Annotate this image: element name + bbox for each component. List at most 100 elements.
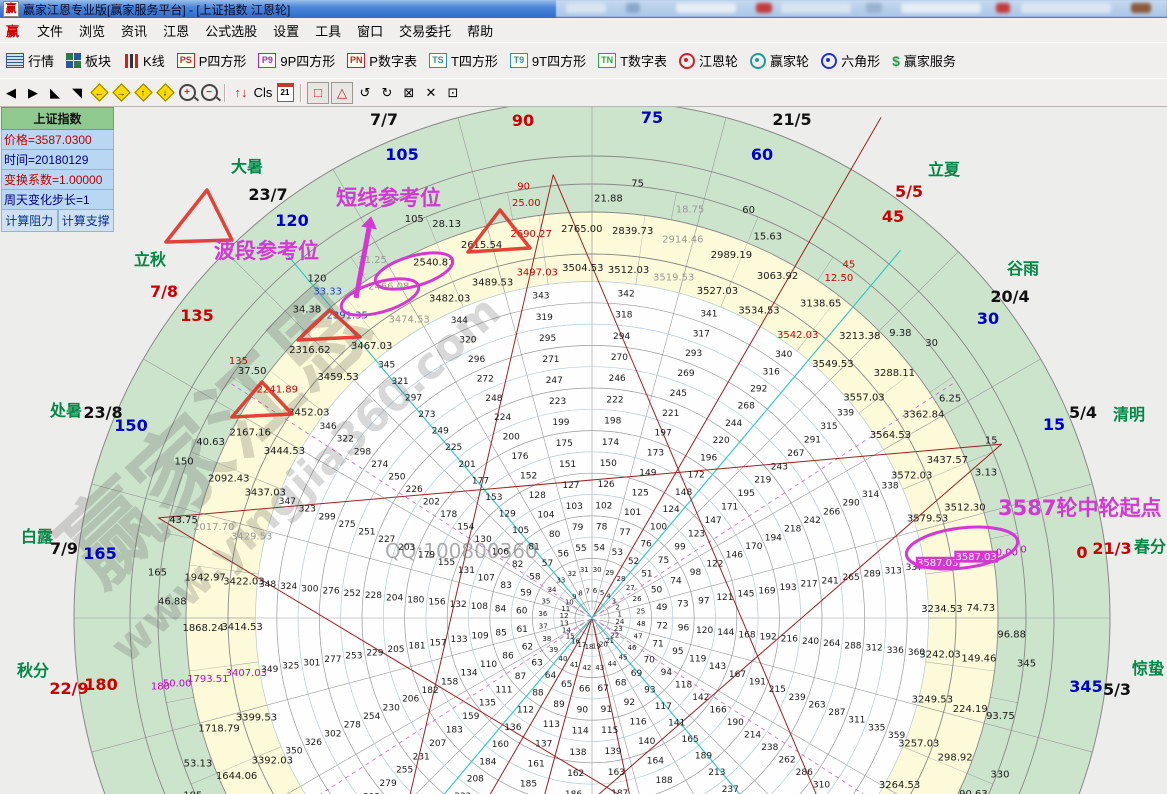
wheel-value: 340 — [775, 350, 792, 360]
wheel-value: 9.38 — [889, 328, 911, 339]
t-square-button-label: T四方形 — [451, 51, 498, 70]
rotate-cw-button[interactable]: ↻ — [377, 83, 397, 103]
rotate-ccw-button[interactable]: ↺ — [355, 83, 375, 103]
wheel-value: 315 — [820, 422, 837, 432]
wheel-value: 230 — [383, 703, 400, 713]
menu-浏览[interactable]: 浏览 — [71, 22, 113, 41]
wheel-value: 341 — [700, 309, 717, 319]
wheel-value: 194 — [765, 533, 782, 543]
wheel-value: 81 — [528, 543, 539, 553]
wheel-value: 184 — [479, 757, 496, 767]
wheel-value: 60 — [742, 205, 755, 216]
pan-right-button[interactable]: → — [111, 83, 131, 103]
background-window-fragment — [781, 3, 851, 13]
wheel-value: 249 — [432, 427, 449, 437]
wheel-value: 279 — [380, 779, 397, 789]
nav-back-button[interactable]: ◀ — [1, 83, 21, 103]
wheel-value: 225 — [445, 443, 462, 453]
tilt-right-button[interactable]: ◥ — [67, 83, 87, 103]
hexagon-button[interactable]: 六角形 — [815, 48, 886, 73]
rim-label: 165 — [83, 544, 116, 563]
rim-label: 处暑 — [49, 401, 82, 420]
p-square-button[interactable]: PSP四方形 — [171, 48, 253, 73]
wheel-value: 2 — [615, 604, 619, 612]
winner-wheel-button[interactable]: 赢家轮 — [744, 48, 815, 73]
wheel-value: 208 — [467, 775, 484, 785]
button-计算支撑[interactable]: 计算支撑 — [58, 210, 115, 232]
wheel-value: 18.75 — [676, 205, 705, 216]
draw-triangle-button[interactable]: △ — [331, 82, 353, 104]
wheel-value: 292 — [750, 385, 767, 395]
rim-label: 立夏 — [928, 160, 961, 179]
button-计算阻力[interactable]: 计算阻力 — [1, 210, 58, 232]
wheel-value: 99 — [674, 543, 686, 553]
9t-square-button[interactable]: T99T四方形 — [504, 48, 592, 73]
nav-forward-button[interactable]: ▶ — [23, 83, 43, 103]
screen-button[interactable]: ⊡ — [443, 83, 463, 103]
9t-square-button-icon: T9 — [510, 53, 528, 68]
pan-up-button[interactable]: ↑ — [133, 83, 153, 103]
pan-down-button[interactable]: ↓ — [155, 83, 175, 103]
sectors-button[interactable]: 板块 — [60, 48, 117, 73]
zoom-in-button[interactable]: + — [177, 83, 197, 103]
zoom-out-button[interactable]: − — [199, 83, 219, 103]
wheel-value: 97 — [698, 596, 709, 606]
winner-service-button[interactable]: $赢家服务 — [886, 48, 962, 73]
gann-wheel-chart-area: 赢家江恩www.yingjia360.comQQ:100800360123456… — [0, 106, 1167, 794]
menu-窗口[interactable]: 窗口 — [349, 22, 391, 41]
wheel-value: 125 — [632, 488, 649, 498]
wheel-value: 266 — [823, 507, 840, 517]
menu-资讯[interactable]: 资讯 — [113, 22, 155, 41]
info-panel: 上证指数 价格=3587.0300时间=20180129变换系数=1.00000… — [1, 107, 114, 232]
wheel-value: 79 — [572, 523, 584, 533]
wheel-value: 65 — [561, 680, 572, 690]
wheel-value: 197 — [655, 429, 672, 439]
wheel-value: 239 — [789, 693, 806, 703]
delete-box-button[interactable]: ⊠ — [399, 83, 419, 103]
menu-工具[interactable]: 工具 — [307, 22, 349, 41]
menu-公式选股[interactable]: 公式选股 — [197, 22, 265, 41]
menu-帮助[interactable]: 帮助 — [459, 22, 501, 41]
wheel-value: 227 — [378, 535, 395, 545]
kline-button[interactable]: K线 — [117, 48, 171, 73]
wheel-value: 242 — [804, 516, 821, 526]
menu-江恩[interactable]: 江恩 — [155, 22, 197, 41]
quote-grid-icon — [6, 53, 24, 68]
tilt-left-button[interactable]: ◣ — [45, 83, 65, 103]
p-table-button[interactable]: PNP数字表 — [341, 48, 423, 73]
gann-wheel-button[interactable]: 江恩轮 — [673, 48, 744, 73]
t-table-button[interactable]: TNT数字表 — [592, 48, 673, 73]
wheel-value: 3489.53 — [472, 277, 513, 288]
wheel-value: 173 — [647, 449, 664, 459]
wheel-value: 151 — [559, 460, 576, 470]
wheel-value: 176 — [511, 452, 528, 462]
background-window-fragment — [866, 3, 882, 13]
9p-square-button[interactable]: P99P四方形 — [252, 48, 341, 73]
wheel-value: 123 — [688, 529, 705, 539]
t-square-button[interactable]: TST四方形 — [423, 48, 504, 73]
gann-wheel-icon — [679, 53, 695, 69]
wheel-value: 229 — [366, 648, 383, 658]
cls-button[interactable]: Cls — [253, 83, 273, 103]
wheel-value: 314 — [862, 490, 879, 500]
wheel-value: 4 — [606, 592, 611, 600]
menu-交易委托[interactable]: 交易委托 — [391, 22, 459, 41]
wheel-value: 55 — [575, 544, 586, 554]
wheel-value: 143 — [709, 662, 726, 672]
wheel-value: 53.13 — [184, 758, 213, 769]
winner-wheel-button-label: 赢家轮 — [770, 51, 809, 70]
calendar-button[interactable]: 21 — [275, 83, 295, 103]
wheel-value: 128 — [529, 491, 546, 501]
fit-button[interactable]: ✕ — [421, 83, 441, 103]
draw-square-button[interactable]: □ — [307, 82, 329, 104]
pan-left-button[interactable]: ← — [89, 83, 109, 103]
menu-设置[interactable]: 设置 — [265, 22, 307, 41]
updown-button[interactable]: ↑↓ — [231, 83, 251, 103]
menu-文件[interactable]: 文件 — [29, 22, 71, 41]
wheel-value: 42 — [582, 664, 591, 672]
quotes-button[interactable]: 行情 — [0, 48, 60, 73]
wheel-value: 89 — [553, 700, 565, 710]
wheel-value: 199 — [552, 418, 569, 428]
wheel-value: 222 — [606, 395, 623, 405]
wheel-value: 170 — [745, 542, 762, 552]
